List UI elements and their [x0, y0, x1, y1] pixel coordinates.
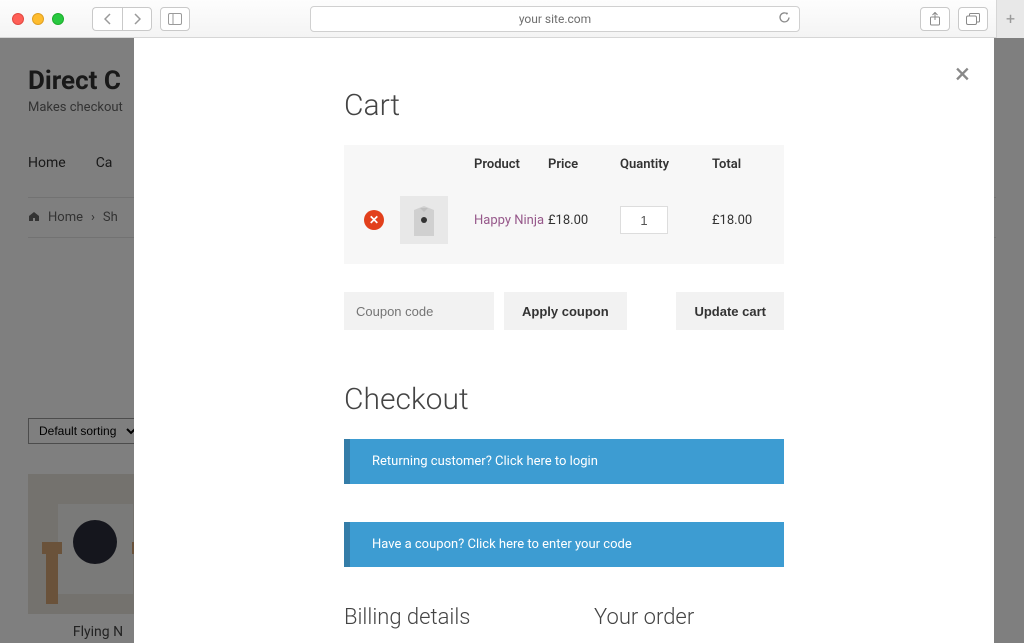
update-cart-button[interactable]: Update cart [676, 292, 784, 330]
reload-icon[interactable] [778, 11, 791, 27]
address-bar[interactable]: your site.com [310, 6, 800, 32]
cart-item-row: ✕ Happy Ninja £18.00 £18.00 [344, 184, 784, 264]
item-total: £18.00 [712, 213, 784, 228]
maximize-window-button[interactable] [52, 13, 64, 25]
checkout-modal: × Cart Product Price Quantity Total ✕ [134, 38, 994, 643]
col-product: Product [474, 157, 548, 172]
returning-customer-banner[interactable]: Returning customer? Click here to login [344, 439, 784, 484]
returning-customer-text: Returning customer? Click here to login [372, 454, 598, 469]
tabs-icon[interactable] [958, 7, 988, 31]
item-price: £18.00 [548, 213, 620, 228]
sidebar-toggle-icon[interactable] [160, 7, 190, 31]
have-coupon-text: Have a coupon? Click here to enter your … [372, 537, 632, 552]
billing-details-heading: Billing details [344, 605, 534, 630]
checkout-heading: Checkout [344, 382, 784, 417]
item-name-link[interactable]: Happy Ninja [474, 213, 544, 228]
quantity-input[interactable] [620, 206, 668, 234]
col-price: Price [548, 157, 620, 172]
col-total: Total [712, 157, 784, 172]
back-button[interactable] [92, 7, 122, 31]
close-icon[interactable]: × [955, 60, 970, 88]
new-tab-button[interactable]: + [996, 0, 1024, 38]
close-window-button[interactable] [12, 13, 24, 25]
have-coupon-banner[interactable]: Have a coupon? Click here to enter your … [344, 522, 784, 567]
your-order-heading: Your order [594, 605, 784, 630]
forward-button[interactable] [122, 7, 152, 31]
url-text: your site.com [519, 12, 591, 26]
cart-table-header: Product Price Quantity Total [344, 145, 784, 184]
share-icon[interactable] [920, 7, 950, 31]
cart-actions-row: Apply coupon Update cart [344, 292, 784, 330]
browser-toolbar: your site.com + [0, 0, 1024, 38]
minimize-window-button[interactable] [32, 13, 44, 25]
remove-item-button[interactable]: ✕ [364, 210, 384, 230]
item-thumbnail [400, 196, 448, 244]
col-quantity: Quantity [620, 157, 712, 172]
apply-coupon-button[interactable]: Apply coupon [504, 292, 627, 330]
window-controls [12, 13, 64, 25]
cart-heading: Cart [344, 88, 784, 123]
coupon-input[interactable] [344, 292, 494, 330]
